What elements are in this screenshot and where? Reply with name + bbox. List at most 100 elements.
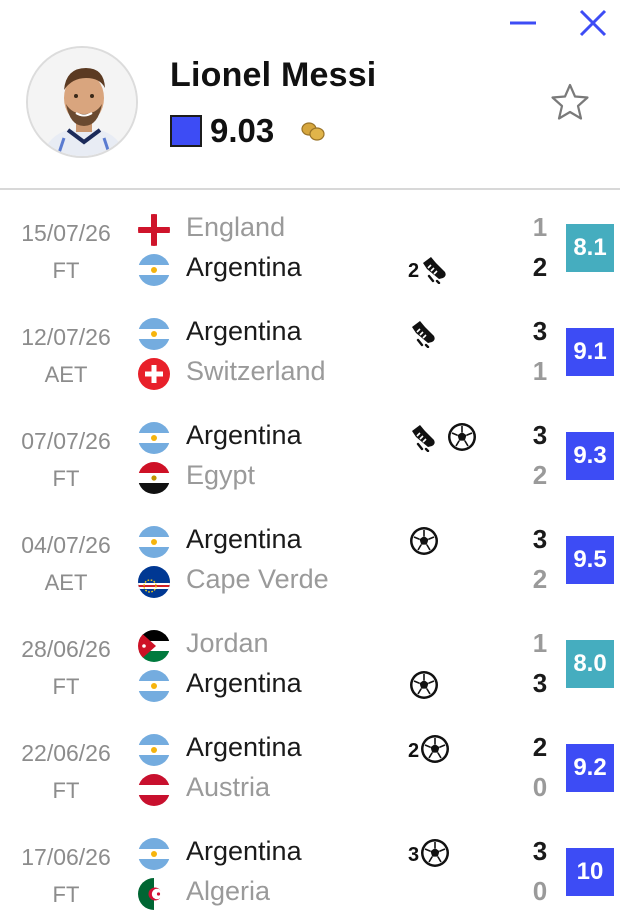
argentina-flag-icon (138, 318, 170, 350)
match-rating-badge: 9.3 (566, 432, 614, 480)
match-status: AET (44, 362, 88, 387)
team-score: 1 (532, 212, 548, 242)
match-rating-badge: 9.1 (566, 328, 614, 376)
match-status: AET (44, 570, 88, 595)
match-row[interactable]: 12/07/26 AET Argentina 3 Switzerland 1 9.1 (0, 310, 620, 414)
team-score: 2 (532, 460, 548, 490)
match-status: FT (52, 882, 80, 907)
match-date: 17/06/26 (21, 844, 111, 870)
boot-icon (408, 318, 438, 353)
goal-event: 2 (408, 733, 451, 770)
team-name: Egypt (186, 460, 256, 490)
team-score: 3 (532, 316, 548, 346)
match-row[interactable]: 04/07/26 AET Argentina 3 Cape Verde 2 9.5 (0, 518, 620, 622)
event-count: 3 (408, 843, 420, 866)
switzerland-flag-icon (138, 358, 170, 390)
match-status: FT (52, 778, 80, 803)
argentina-flag-icon (138, 734, 170, 766)
team-row: Egypt 2 (138, 456, 558, 496)
favorite-button[interactable] (550, 82, 590, 122)
match-date: 04/07/26 (21, 532, 111, 558)
team-name: Argentina (186, 732, 302, 762)
team-row: Argentina 3 (138, 664, 558, 704)
team-score: 2 (532, 564, 548, 594)
england-flag-icon (138, 214, 170, 246)
team-name: Switzerland (186, 356, 326, 386)
goal-event (446, 421, 478, 458)
assist-event (408, 318, 438, 353)
player-events (408, 422, 478, 456)
argentina-flag-icon (138, 670, 170, 702)
player-events: 2 (408, 734, 451, 768)
algeria-flag-icon (138, 878, 170, 910)
player-avatar[interactable] (26, 46, 138, 158)
football-icon (408, 525, 440, 562)
player-events: 3 (408, 838, 451, 872)
player-events: 2 (408, 254, 449, 288)
team-name: Argentina (186, 836, 302, 866)
team-name: Cape Verde (186, 564, 329, 594)
argentina-flag-icon (138, 254, 170, 286)
match-row[interactable]: 15/07/26 FT England 1 Argentina 2 2 8.1 (0, 206, 620, 310)
team-row: Argentina 3 (138, 520, 558, 560)
player-events (408, 670, 440, 704)
team-score: 2 (532, 732, 548, 762)
match-row[interactable]: 22/06/26 FT Argentina 2 2 Austria 0 9.2 (0, 726, 620, 830)
match-row[interactable]: 28/06/26 FT Jordan 1 Argentina 3 8.0 (0, 622, 620, 726)
team-score: 3 (532, 836, 548, 866)
player-photo-icon (28, 48, 136, 156)
star-icon (551, 83, 589, 120)
assist-event: 2 (408, 254, 449, 289)
match-row[interactable]: 07/07/26 FT Argentina 3 Egypt 2 9.3 (0, 414, 620, 518)
team-row: Austria 0 (138, 768, 558, 808)
team-name: Argentina (186, 524, 302, 554)
team-name: Algeria (186, 876, 271, 906)
capeverde-flag-icon (138, 566, 170, 598)
boot-icon (408, 422, 438, 457)
player-header: Lionel Messi 9.03 (0, 0, 620, 190)
team-row: Argentina 3 (138, 416, 558, 456)
jordan-flag-icon (138, 630, 170, 662)
team-name: Jordan (186, 628, 269, 658)
football-icon (419, 733, 451, 770)
team-row: Jordan 1 (138, 624, 558, 664)
match-rating-badge: 9.5 (566, 536, 614, 584)
boot-icon (419, 254, 449, 289)
team-row: Argentina 3 3 (138, 832, 558, 872)
match-rating-badge: 9.2 (566, 744, 614, 792)
team-name: England (186, 212, 286, 242)
match-list: 15/07/26 FT England 1 Argentina 2 2 8.1 12/07/26… (0, 206, 620, 920)
football-icon (408, 669, 440, 706)
player-name: Lionel Messi (170, 56, 377, 94)
event-count: 2 (408, 739, 420, 762)
team-row: Argentina 3 (138, 312, 558, 352)
team-name: Argentina (186, 420, 302, 450)
player-rating: 9.03 (210, 112, 275, 149)
team-row: England 1 (138, 208, 558, 248)
team-name: Austria (186, 772, 271, 802)
team-score: 3 (532, 420, 548, 450)
goal-event (408, 669, 440, 706)
match-date: 22/06/26 (21, 740, 111, 766)
player-events (408, 526, 440, 560)
match-date: 28/06/26 (21, 636, 111, 662)
team-row: Cape Verde 2 (138, 560, 558, 600)
rating-color-swatch (170, 115, 202, 147)
egypt-flag-icon (138, 462, 170, 494)
team-score: 1 (532, 356, 548, 386)
match-status: FT (52, 674, 80, 699)
coins-icon (300, 121, 326, 146)
goal-event (408, 525, 440, 562)
goal-event: 3 (408, 837, 451, 874)
match-date: 07/07/26 (21, 428, 111, 454)
match-rating-badge: 8.0 (566, 640, 614, 688)
match-status: FT (52, 258, 80, 283)
player-events (408, 318, 438, 352)
austria-flag-icon (138, 774, 170, 806)
argentina-flag-icon (138, 422, 170, 454)
team-name: Argentina (186, 252, 302, 282)
player-rating-row: 9.03 (170, 112, 326, 150)
match-row[interactable]: 17/06/26 FT Argentina 3 3 Algeria 0 10 (0, 830, 620, 920)
match-rating-badge: 10 (566, 848, 614, 896)
match-date: 15/07/26 (21, 220, 111, 246)
